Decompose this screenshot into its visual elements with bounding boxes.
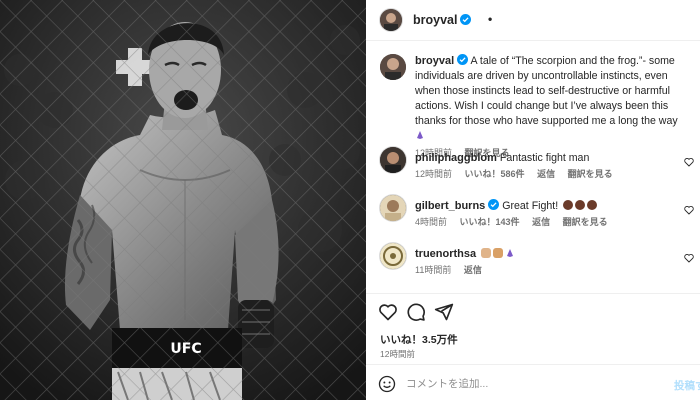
fist-emoji-icon	[587, 200, 598, 210]
post-actions: いいね！3.5万件 12時間前	[366, 293, 700, 363]
comment-username[interactable]: gilbert_burns	[415, 200, 485, 212]
comment-username[interactable]: philiphaggblom	[415, 152, 497, 164]
comment-like-heart-icon[interactable]	[684, 157, 694, 167]
verified-badge-icon	[488, 199, 500, 210]
comment-time[interactable]: 11時間前	[415, 265, 451, 275]
comment-reply-button[interactable]: 返信	[532, 217, 550, 227]
comment-time[interactable]: 4時間前	[415, 217, 447, 227]
comment-icon[interactable]	[406, 302, 426, 322]
post-photo[interactable]: UFC	[0, 0, 366, 400]
comment-time[interactable]: 12時間前	[415, 169, 452, 179]
caption-text: A tale of “The scorpion and the frog.”- …	[415, 55, 678, 127]
muscle-emoji-icon	[481, 248, 492, 258]
comment-likes[interactable]: いいね！586件	[465, 169, 525, 179]
commenter-avatar[interactable]	[380, 195, 406, 221]
verified-badge-icon	[457, 54, 469, 65]
post-comment-button[interactable]: 投稿する	[674, 378, 700, 393]
verified-badge-icon	[460, 14, 472, 25]
comment-username[interactable]: truenorthsa	[415, 248, 476, 260]
share-icon[interactable]	[434, 302, 454, 322]
post-header: broyval •	[366, 0, 700, 41]
post-time-ago[interactable]: 12時間前	[380, 348, 415, 360]
fist-emoji-icon	[575, 200, 586, 210]
commenter-avatar[interactable]	[380, 147, 406, 173]
ufc-logo: UFC	[170, 341, 201, 357]
comment-likes[interactable]: いいね！143件	[460, 217, 520, 227]
comment-reply-button[interactable]: 返信	[537, 169, 555, 179]
comment-input[interactable]	[406, 374, 626, 394]
pray-emoji-icon	[507, 249, 514, 257]
comment-like-heart-icon[interactable]	[684, 253, 694, 263]
comment-reply-button[interactable]: 返信	[464, 265, 482, 275]
comment-translate-link[interactable]: 翻訳を見る	[563, 217, 608, 227]
author-avatar[interactable]	[380, 9, 402, 31]
comment-text: Great Fight!	[502, 200, 559, 212]
post-panel: broyval • broyval A tale of “The scorpio…	[366, 0, 700, 400]
comment-composer: 投稿する	[366, 364, 700, 400]
emoji-smile-icon[interactable]	[378, 375, 396, 393]
separator-dot: •	[488, 12, 493, 26]
commenter-avatar[interactable]	[380, 243, 406, 269]
author-username[interactable]: broyval	[413, 13, 472, 27]
raised-hands-emoji-icon	[493, 248, 504, 258]
pray-emoji-icon	[417, 131, 423, 139]
comment-text: Fantastic fight man	[499, 152, 590, 164]
comment-translate-link[interactable]: 翻訳を見る	[568, 169, 613, 179]
likes-count[interactable]: いいね！3.5万件	[380, 332, 458, 347]
caption-avatar[interactable]	[380, 54, 406, 80]
fist-emoji-icon	[563, 200, 574, 210]
caption-username[interactable]: broyval	[415, 55, 454, 67]
comments-feed[interactable]: broyval A tale of “The scorpion and the …	[366, 41, 700, 293]
heart-icon[interactable]	[378, 302, 398, 322]
comment-like-heart-icon[interactable]	[684, 205, 694, 215]
fighter-photo: UFC	[0, 0, 366, 400]
